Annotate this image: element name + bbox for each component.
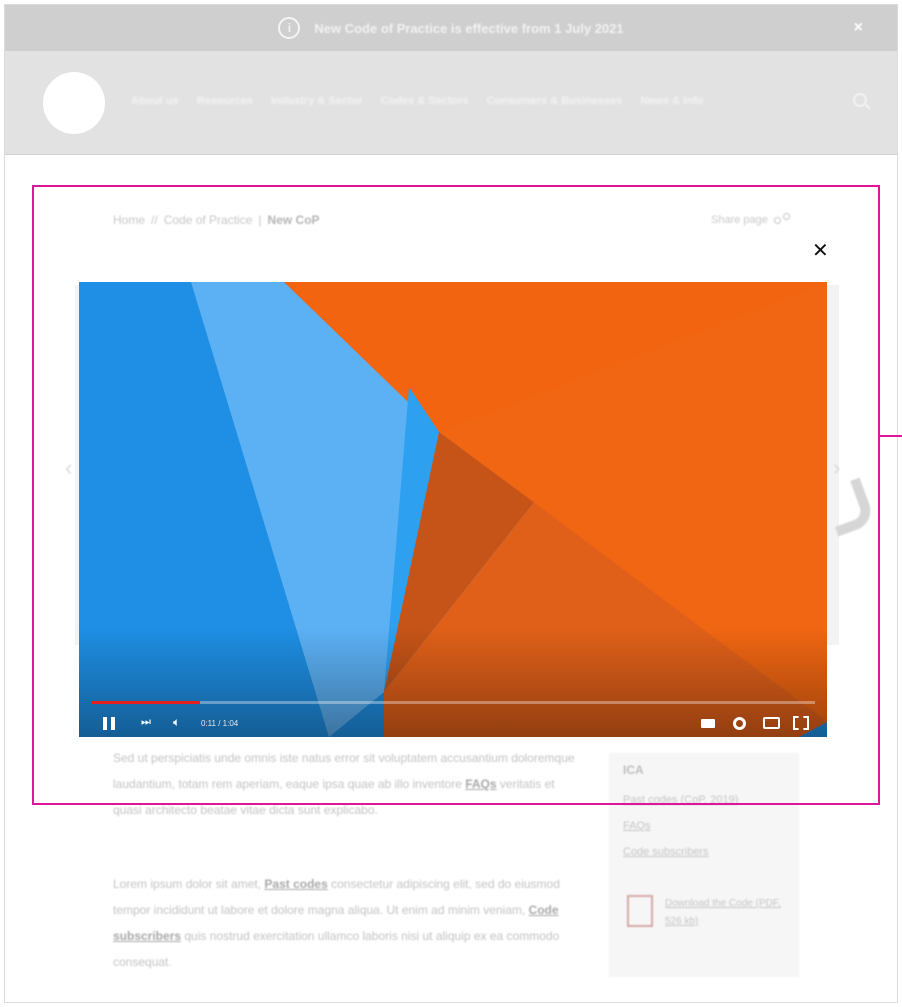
pause-icon[interactable] (103, 717, 115, 730)
nav-item-resources[interactable]: Resources (197, 95, 253, 107)
main-nav: About us Resources Industry & Sector Cod… (131, 95, 703, 107)
nav-item-news[interactable]: News & Info (640, 95, 703, 107)
nav-item-industry[interactable]: Industry & Sector (271, 95, 363, 107)
video-progress-bar[interactable] (91, 701, 815, 704)
video-progress-fill (91, 701, 200, 704)
settings-gear-icon[interactable] (733, 717, 746, 730)
nav-item-about[interactable]: About us (131, 95, 179, 107)
volume-icon[interactable]: 🔈︎ (173, 715, 180, 730)
captions-icon[interactable] (701, 719, 715, 728)
site-logo[interactable] (43, 72, 105, 134)
banner-text: New Code of Practice is effective from 1… (314, 20, 624, 36)
nav-item-consumers[interactable]: Consumers & Businesses (487, 95, 623, 107)
site-header: About us Resources Industry & Sector Cod… (5, 51, 897, 155)
paragraph-text: Lorem ipsum dolor sit amet, (113, 877, 265, 891)
banner-close-icon[interactable]: × (854, 19, 863, 37)
info-circle-icon: i (278, 17, 301, 39)
theater-mode-icon[interactable] (763, 717, 780, 729)
past-codes-link[interactable]: Past codes (264, 877, 327, 891)
video-player[interactable]: ⏭ 🔈︎ 0:11 / 1:04 (79, 282, 827, 737)
fullscreen-icon[interactable] (793, 716, 809, 730)
announcement-banner: i New Code of Practice is effective from… (5, 5, 897, 51)
pdf-file-icon (627, 895, 653, 927)
body-paragraph-2: Lorem ipsum dolor sit amet, Past codes c… (113, 871, 583, 975)
sidebar-link-subscribers[interactable]: Code subscribers (623, 839, 738, 865)
next-icon[interactable]: ⏭ (141, 716, 151, 729)
sidebar-link-faqs[interactable]: FAQs (623, 813, 738, 839)
search-icon[interactable] (853, 93, 867, 107)
video-controls: ⏭ 🔈︎ 0:11 / 1:04 (79, 710, 827, 737)
modal-close-icon[interactable]: ✕ (812, 238, 829, 263)
annotation-connector (880, 435, 902, 437)
video-time: 0:11 / 1:04 (201, 719, 239, 728)
download-link[interactable]: Download the Code (PDF, 526 kb) (665, 895, 785, 931)
nav-item-codes[interactable]: Codes & Sectors (381, 95, 469, 107)
